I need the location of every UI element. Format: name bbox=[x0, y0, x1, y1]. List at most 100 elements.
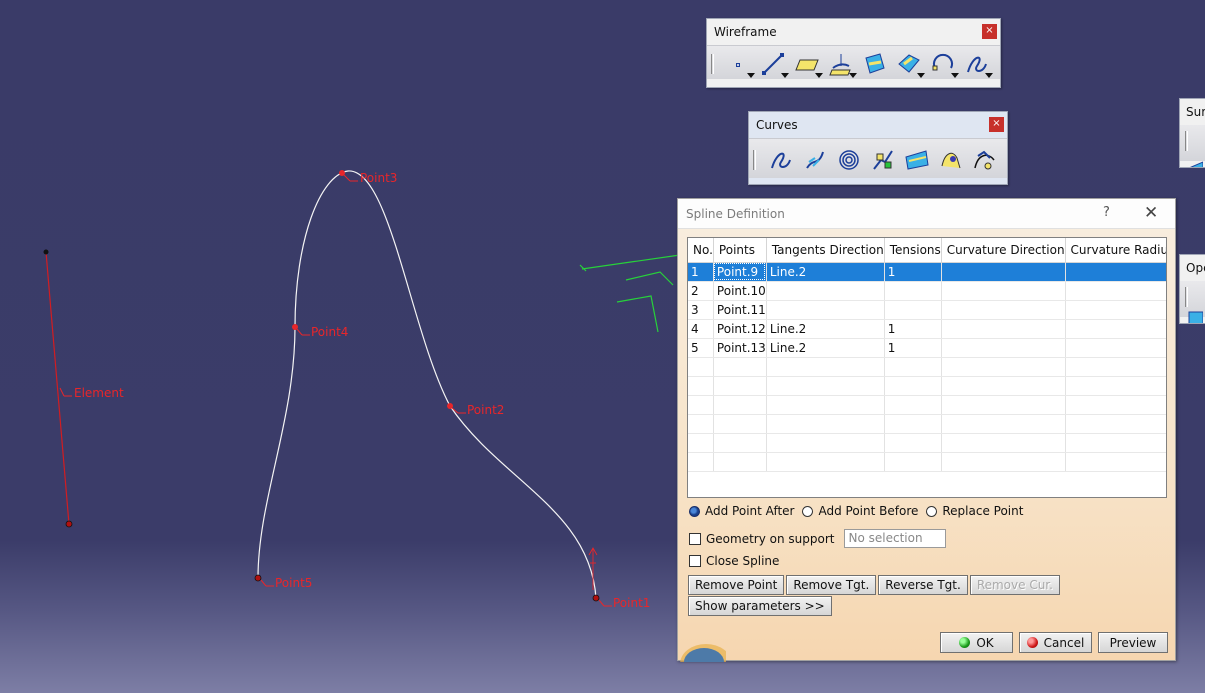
table-cell-tangents-direction[interactable] bbox=[766, 300, 885, 320]
table-cell-empty[interactable] bbox=[1065, 433, 1166, 453]
table-cell-curvature-direction[interactable] bbox=[941, 262, 1066, 282]
table-cell-tangents-direction[interactable] bbox=[766, 281, 885, 301]
wireframe-toolbar[interactable]: Wireframe × bbox=[706, 18, 1001, 88]
table-cell-empty[interactable] bbox=[1065, 452, 1166, 472]
close-spline-checkbox[interactable] bbox=[689, 555, 701, 567]
table-cell-empty[interactable] bbox=[884, 414, 942, 434]
table-cell-no[interactable]: 2 bbox=[688, 281, 714, 301]
table-cell-empty[interactable] bbox=[941, 357, 1066, 377]
table-cell-empty[interactable] bbox=[766, 376, 885, 396]
plane-icon[interactable] bbox=[790, 49, 824, 79]
table-cell-curvature-radius[interactable] bbox=[1065, 300, 1166, 320]
geometry-on-support-checkbox[interactable] bbox=[689, 532, 701, 545]
element-line[interactable] bbox=[45, 251, 70, 525]
table-empty-row[interactable] bbox=[688, 452, 1166, 472]
table-cell-tensions[interactable]: 1 bbox=[884, 319, 942, 339]
radio-replace-point-dot[interactable] bbox=[926, 505, 938, 517]
table-cell-empty[interactable] bbox=[941, 452, 1066, 472]
table-row[interactable]: 2 Point.10 bbox=[688, 281, 1166, 301]
table-empty-row[interactable] bbox=[688, 395, 1166, 415]
table-cell-empty[interactable] bbox=[713, 357, 767, 377]
table-cell-empty[interactable] bbox=[884, 357, 942, 377]
table-cell-tensions[interactable]: 1 bbox=[884, 338, 942, 358]
table-cell-curvature-radius[interactable] bbox=[1065, 319, 1166, 339]
table-cell-empty[interactable] bbox=[713, 395, 767, 415]
table-cell-tangents-direction[interactable]: Line.2 bbox=[766, 319, 885, 339]
point1-marker[interactable]: Point1 bbox=[588, 547, 650, 610]
table-cell-curvature-direction[interactable] bbox=[941, 281, 1066, 301]
table-row[interactable]: 3 Point.11 bbox=[688, 300, 1166, 320]
table-cell-points[interactable]: Point.10 bbox=[713, 281, 767, 301]
table-cell-tensions[interactable] bbox=[884, 281, 942, 301]
helix-icon[interactable] bbox=[798, 145, 832, 175]
table-row[interactable]: 4 Point.12 Line.2 1 bbox=[688, 319, 1166, 339]
table-cell-empty[interactable] bbox=[688, 433, 714, 453]
radio-add-point-after[interactable]: Add Point After bbox=[689, 504, 794, 518]
table-cell-points[interactable]: Point.9 bbox=[713, 262, 767, 282]
offset-surface-icon[interactable] bbox=[892, 49, 926, 79]
spline-points-table[interactable]: No. Points Tangents Direction Tensions C… bbox=[687, 237, 1167, 498]
circle-icon[interactable] bbox=[926, 49, 960, 79]
column-header-points[interactable]: Points bbox=[713, 238, 767, 263]
table-cell-empty[interactable] bbox=[1065, 357, 1166, 377]
table-cell-no[interactable]: 1 bbox=[688, 262, 714, 282]
table-cell-empty[interactable] bbox=[688, 357, 714, 377]
table-cell-empty[interactable] bbox=[766, 452, 885, 472]
table-cell-empty[interactable] bbox=[688, 376, 714, 396]
table-cell-tensions[interactable] bbox=[884, 300, 942, 320]
point5-marker[interactable]: Point5 bbox=[254, 574, 312, 590]
table-cell-tangents-direction[interactable]: Line.2 bbox=[766, 338, 885, 358]
spline-icon[interactable] bbox=[764, 145, 798, 175]
table-cell-empty[interactable] bbox=[884, 376, 942, 396]
help-icon[interactable]: ? bbox=[1103, 205, 1110, 220]
wireframe-close-button[interactable]: × bbox=[982, 24, 997, 39]
table-cell-empty[interactable] bbox=[766, 414, 885, 434]
table-cell-empty[interactable] bbox=[766, 433, 885, 453]
spine-icon[interactable] bbox=[866, 145, 900, 175]
remove-point-button[interactable]: Remove Point bbox=[688, 575, 785, 595]
table-cell-empty[interactable] bbox=[713, 433, 767, 453]
table-cell-empty[interactable] bbox=[941, 414, 1066, 434]
table-cell-empty[interactable] bbox=[688, 452, 714, 472]
radio-replace-point[interactable]: Replace Point bbox=[926, 504, 1023, 518]
table-cell-empty[interactable] bbox=[884, 452, 942, 472]
table-cell-empty[interactable] bbox=[941, 376, 1066, 396]
table-cell-empty[interactable] bbox=[941, 395, 1066, 415]
table-empty-row[interactable] bbox=[688, 433, 1166, 453]
table-cell-empty[interactable] bbox=[884, 433, 942, 453]
table-cell-points[interactable]: Point.12 bbox=[713, 319, 767, 339]
table-cell-no[interactable]: 5 bbox=[688, 338, 714, 358]
table-row[interactable]: 1 Point.9 Line.2 1 bbox=[688, 262, 1166, 282]
table-cell-curvature-direction[interactable] bbox=[941, 338, 1066, 358]
table-cell-empty[interactable] bbox=[1065, 395, 1166, 415]
close-icon[interactable]: ✕ bbox=[1144, 203, 1158, 223]
surfaces-toolbar-partial[interactable]: Sur bbox=[1179, 98, 1205, 168]
radio-add-point-before[interactable]: Add Point Before bbox=[802, 504, 918, 518]
table-cell-curvature-direction[interactable] bbox=[941, 319, 1066, 339]
table-row[interactable]: 5 Point.13 Line.2 1 bbox=[688, 338, 1166, 358]
column-header-curvature-direction[interactable]: Curvature Direction bbox=[941, 238, 1066, 263]
ok-button[interactable]: OK bbox=[940, 632, 1013, 653]
radio-add-point-before-dot[interactable] bbox=[802, 505, 814, 517]
table-cell-curvature-radius[interactable] bbox=[1065, 281, 1166, 301]
isoparametric-curve-icon[interactable] bbox=[900, 145, 934, 175]
remove-tangent-button[interactable]: Remove Tgt. bbox=[786, 575, 877, 595]
table-cell-points[interactable]: Point.13 bbox=[713, 338, 767, 358]
3d-curve-icon[interactable] bbox=[968, 145, 1002, 175]
spline-icon[interactable] bbox=[960, 49, 994, 79]
support-selection-field[interactable]: No selection bbox=[844, 529, 947, 548]
sketch-curve-icon[interactable] bbox=[934, 145, 968, 175]
column-header-tensions[interactable]: Tensions bbox=[884, 238, 942, 263]
table-cell-curvature-radius[interactable] bbox=[1065, 262, 1166, 282]
join-icon[interactable] bbox=[1185, 310, 1204, 324]
operations-toolbar-partial[interactable]: Ope bbox=[1179, 254, 1205, 324]
table-cell-empty[interactable] bbox=[713, 376, 767, 396]
dialog-title-bar[interactable]: Spline Definition ? ✕ bbox=[678, 199, 1175, 229]
show-parameters-button[interactable]: Show parameters >> bbox=[688, 596, 832, 616]
point-icon[interactable] bbox=[722, 49, 756, 79]
extrude-icon[interactable] bbox=[1185, 154, 1204, 168]
spline-curve[interactable] bbox=[257, 170, 597, 599]
radio-add-point-after-dot[interactable] bbox=[689, 505, 700, 517]
point3-marker[interactable]: Point3 bbox=[339, 170, 397, 185]
table-cell-empty[interactable] bbox=[1065, 414, 1166, 434]
